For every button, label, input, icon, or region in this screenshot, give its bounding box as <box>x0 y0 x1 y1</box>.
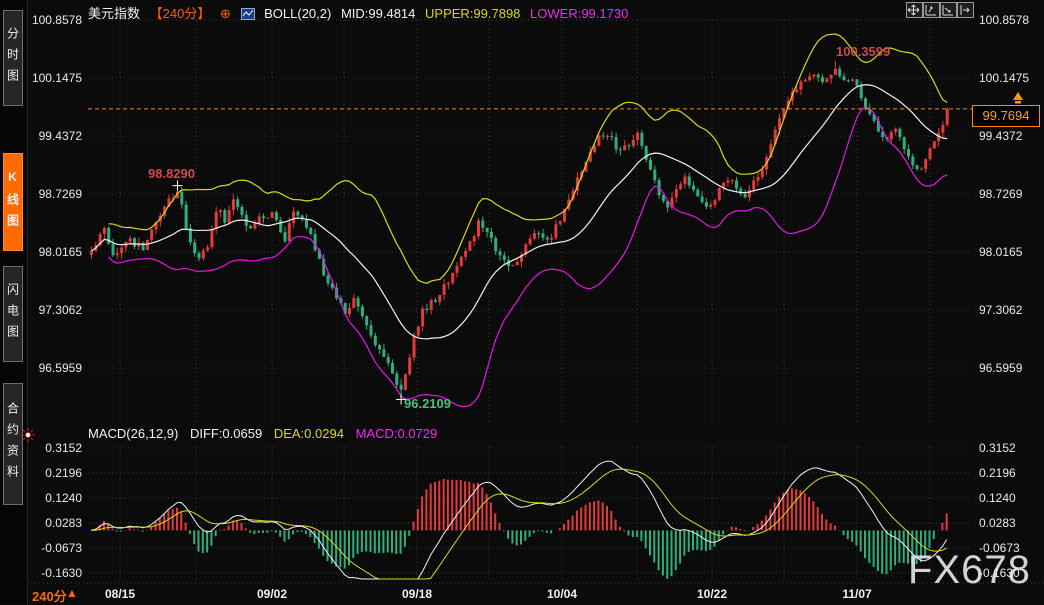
tab-label: K线图 <box>5 170 22 235</box>
macd-y-label-right: -0.1630 <box>979 566 1037 580</box>
period-badge: 【240分】 <box>150 6 211 21</box>
macd-y-label-right: 0.2196 <box>979 466 1037 480</box>
y-label-right: 100.1475 <box>979 71 1037 85</box>
macd-y-label-left: 0.2196 <box>24 466 82 480</box>
sidebar-tab-flash-chart[interactable]: 闪电图 <box>3 266 23 362</box>
fit-x-axis-icon[interactable] <box>940 2 957 18</box>
price-alert-icon <box>1010 91 1026 110</box>
annotation-period-low: 96.2109 <box>404 396 451 411</box>
tab-label: 合约资料 <box>5 402 22 486</box>
y-label-right: 97.3062 <box>979 303 1037 317</box>
x-label: 08/15 <box>105 587 135 601</box>
x-label: 09/02 <box>257 587 287 601</box>
sidebar-tab-candle-chart[interactable]: K线图 <box>3 153 23 251</box>
macd-y-label-right: -0.0673 <box>979 541 1037 555</box>
y-label-right: 98.0165 <box>979 245 1037 259</box>
macd-settings-icon[interactable] <box>21 428 35 442</box>
macd-y-label-left: 0.1240 <box>24 491 82 505</box>
boll-mid: MID:99.4814 <box>341 6 415 21</box>
macd-y-label-left: -0.0673 <box>24 541 82 555</box>
y-label-left: 100.8578 <box>24 13 82 27</box>
macd-y-label-right: 0.3152 <box>979 441 1037 455</box>
y-label-left: 98.0165 <box>24 245 82 259</box>
macd-dea: DEA:0.0294 <box>274 426 344 441</box>
macd-y-label-left: -0.1630 <box>24 566 82 580</box>
fit-y-axis-icon[interactable] <box>923 2 940 18</box>
chart-type-icon[interactable] <box>241 8 255 23</box>
macd-y-label-left: 0.0283 <box>24 516 82 530</box>
macd-macd: MACD:0.0729 <box>356 426 438 441</box>
period-dropdown-icon[interactable]: ▲ <box>66 586 78 600</box>
boll-upper: UPPER:99.7898 <box>425 6 520 21</box>
x-label: 09/18 <box>402 587 432 601</box>
chart-window: 分时图 K线图 闪电图 合约资料 美元指数 【240分】 ⊕ BOLL(20,2… <box>0 0 1044 604</box>
y-label-left: 96.5959 <box>24 361 82 375</box>
tab-label: 闪电图 <box>5 283 22 346</box>
boll-label: BOLL(20,2) <box>264 6 331 21</box>
y-label-left: 100.1475 <box>24 71 82 85</box>
y-label-left: 97.3062 <box>24 303 82 317</box>
x-label: 10/04 <box>547 587 577 601</box>
y-label-right: 99.4372 <box>979 129 1037 143</box>
sidebar-tab-time-chart[interactable]: 分时图 <box>3 10 23 106</box>
y-label-right: 98.7269 <box>979 187 1037 201</box>
macd-y-label-left: 0.3152 <box>24 441 82 455</box>
macd-y-label-right: 0.0283 <box>979 516 1037 530</box>
macd-diff: DIFF:0.0659 <box>190 426 262 441</box>
macd-label: MACD(26,12,9) <box>88 426 178 441</box>
pan-right-icon[interactable] <box>957 2 974 18</box>
add-indicator-icon[interactable]: ⊕ <box>220 6 231 21</box>
sidebar: 分时图 K线图 闪电图 合约资料 <box>0 0 28 604</box>
x-label: 10/22 <box>697 587 727 601</box>
chart-header: 美元指数 【240分】 ⊕ BOLL(20,2) MID:99.4814 UPP… <box>88 3 634 23</box>
macd-header: MACD(26,12,9) DIFF:0.0659 DEA:0.0294 MAC… <box>88 426 445 441</box>
sidebar-tab-contract-info[interactable]: 合约资料 <box>3 383 23 505</box>
x-label: 11/07 <box>842 587 871 601</box>
boll-lower: LOWER:99.1730 <box>530 6 628 21</box>
y-label-left: 98.7269 <box>24 187 82 201</box>
period-selector[interactable]: 240分 <box>32 586 67 605</box>
tab-label: 分时图 <box>5 27 22 90</box>
chart-canvas[interactable] <box>0 0 1044 604</box>
macd-y-label-right: 0.1240 <box>979 491 1037 505</box>
y-label-right: 100.8578 <box>979 13 1037 27</box>
symbol-title: 美元指数 <box>88 6 140 21</box>
y-label-left: 99.4372 <box>24 129 82 143</box>
annotation-swing-high: 98.8290 <box>148 166 195 181</box>
last-price-tag: 99.7694 <box>972 105 1040 127</box>
y-label-right: 96.5959 <box>979 361 1037 375</box>
annotation-period-high: 100.3599 <box>836 44 890 59</box>
move-crosshair-icon[interactable] <box>906 2 923 18</box>
